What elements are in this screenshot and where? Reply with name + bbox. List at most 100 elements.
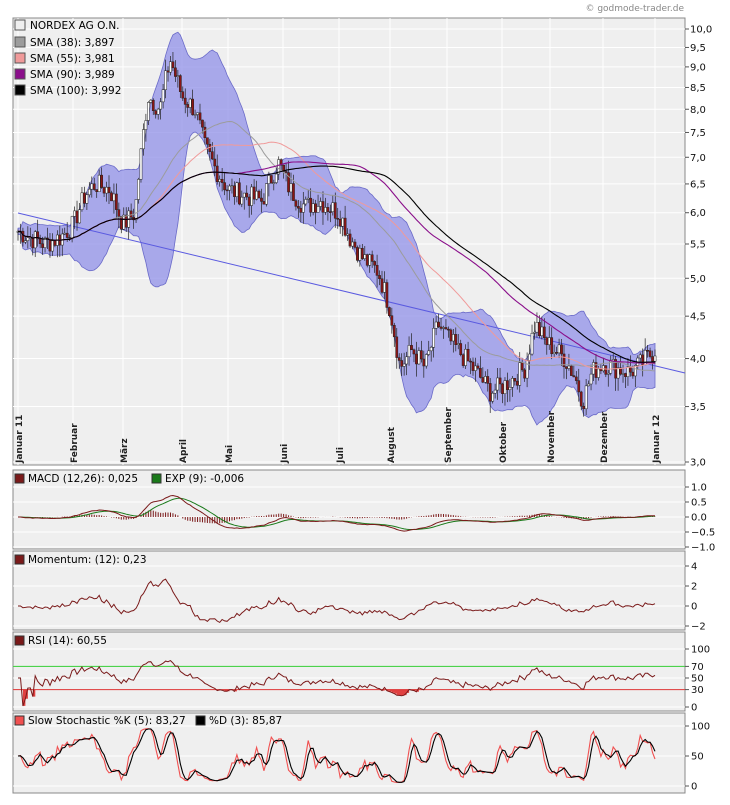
candle-body [373,261,376,266]
candle-body [304,199,308,205]
candle-body [626,366,630,377]
candle-body [309,197,313,213]
candle-body [171,61,175,69]
candle-body [597,368,600,378]
candle-body [247,196,251,206]
price-tick-label: 10,0 [690,25,712,36]
candle-body [481,377,485,383]
sub-tick-label: 4 [691,562,697,573]
candle-body [53,240,57,246]
candle-body [621,373,625,375]
candle-body [417,350,421,365]
candle-body [400,360,404,367]
month-label: April [179,439,189,463]
candle-body [176,75,180,77]
month-label: August [387,426,397,463]
candle-body [319,201,322,207]
candle-body [95,189,99,192]
candle-body [653,355,657,362]
candle-body [624,373,627,377]
month-label: Februar [70,423,80,463]
month-label: Mai [225,445,235,463]
candle-body [388,307,391,316]
candle-body [267,175,271,184]
candle-body [169,61,172,73]
candle-body [215,165,219,182]
sub-tick-label: 0 [691,602,697,613]
rsi-label: RSI (14): 60,55 [28,635,107,647]
candle-body [80,192,84,210]
candle-body [90,183,94,190]
candle-body [518,362,522,386]
momentum-label: Momentum: (12): 0,23 [28,554,147,566]
rsi-axis: 100 705030 0 [685,645,710,714]
candle-body [358,247,362,261]
candle-body [149,99,153,103]
candle-body [324,207,327,213]
sub-tick-label: 30 [691,685,704,696]
candle-body [326,207,330,212]
legend-sma38: SMA (38): 3,897 [30,37,115,49]
price-axis: 10,0 9,5 9,0 8,5 8,0 7,5 7,0 6,5 6,0 5,5 5,0 4,5 4,0… [685,25,712,469]
month-label: November [547,410,557,463]
momentum-swatch [14,554,25,565]
sub-tick-label: 0 [691,703,697,714]
candle-body [587,383,590,387]
candle-body [102,187,106,194]
candle-body [147,102,150,121]
candle-body [513,378,517,382]
candle-body [434,321,438,329]
candle-body [589,373,593,385]
candle-body [181,91,185,99]
candle-body [508,387,512,391]
candle-body [378,275,381,280]
candle-body [272,182,276,184]
candle-body [545,337,549,346]
candle-body [442,327,445,329]
candle-body [410,345,413,351]
candle-body [579,391,583,407]
candle-body [405,356,408,365]
price-tick-label: 5,5 [690,240,706,251]
candle-body [360,247,364,259]
price-tick-label: 4,5 [690,312,706,323]
candle-body [351,241,354,247]
candle-body [498,377,502,385]
candle-body [343,217,347,236]
stoch-k-swatch [14,715,25,726]
candle-body [456,343,460,346]
macd-label: MACD (12,26): 0,025 [28,473,138,485]
candle-body [353,241,357,248]
candle-body [479,368,482,378]
candle-body [183,97,187,105]
month-label: Dezember [600,411,610,463]
candle-body [31,237,35,249]
copyright-text: © godmode-trader.de [585,4,684,14]
candle-body [48,239,52,252]
candle-body [407,345,411,358]
candle-body [63,232,67,235]
candle-body [383,282,386,293]
candle-body [269,175,273,184]
candle-body [228,185,231,191]
candle-body [506,380,509,391]
candle-body [257,190,261,199]
sub-tick-label: 0 [691,782,697,793]
candle-body [24,240,27,243]
candle-body [129,210,133,218]
candle-body [178,75,182,92]
sub-tick-label: −2 [691,622,706,633]
candle-body [151,99,155,111]
legend-swatch-sma38 [14,36,26,48]
sub-tick-label: 1.0 [691,483,707,494]
stoch-d-swatch [195,715,206,726]
candle-body [415,353,418,365]
candle-body [225,189,229,192]
candle-body [112,193,116,202]
candle-body [164,70,167,90]
candle-body [515,380,519,386]
candle-body [201,119,204,128]
candle-body [503,380,507,394]
candle-body [501,383,504,394]
price-tick-label: 3,0 [690,458,706,469]
